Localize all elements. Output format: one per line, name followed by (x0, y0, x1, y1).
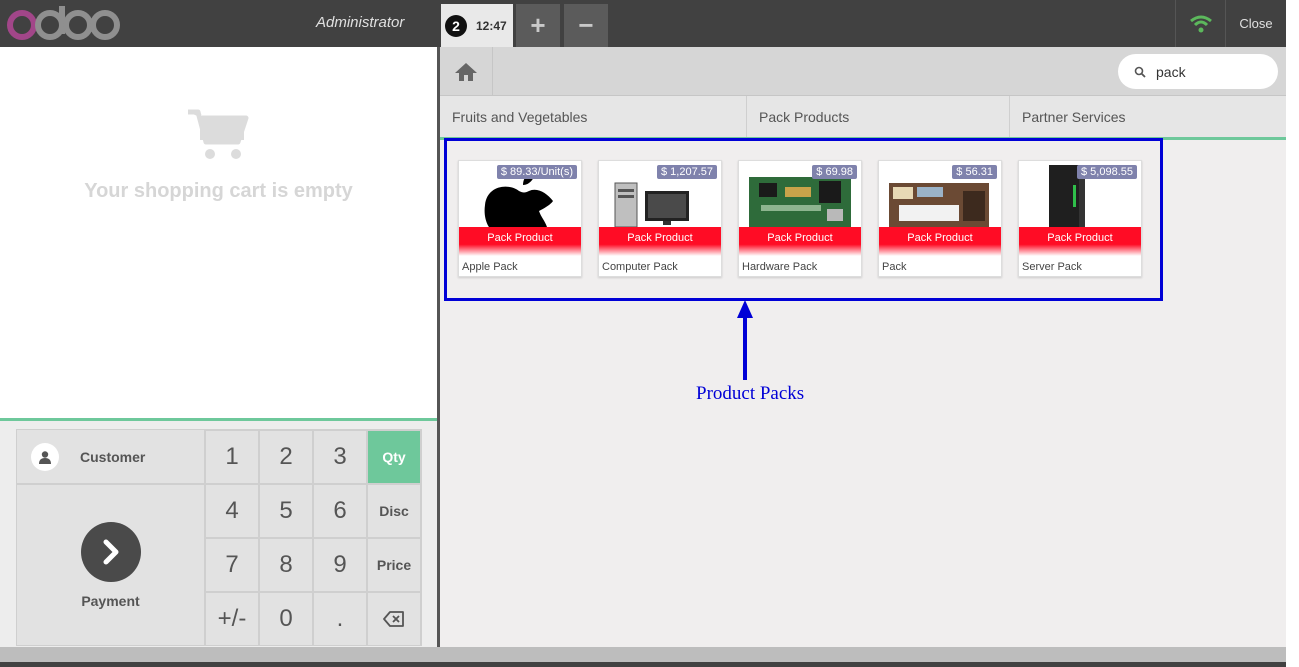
product-card[interactable]: $ 56.31 Pack Product Pack (878, 160, 1002, 277)
remove-order-button[interactable]: − (564, 4, 608, 47)
product-image: $ 69.98 (739, 161, 861, 227)
pack-product-ribbon: Pack Product (599, 227, 721, 256)
numpad-key-8[interactable]: 8 (259, 538, 313, 592)
pack-product-ribbon: Pack Product (739, 227, 861, 256)
numpad-key-dot[interactable]: . (313, 592, 367, 646)
close-button[interactable]: Close (1226, 0, 1286, 47)
product-image: $ 56.31 (879, 161, 1001, 227)
wifi-status[interactable] (1175, 0, 1226, 47)
product-name: Server Pack (1022, 261, 1082, 273)
pack-product-ribbon: Pack Product (879, 227, 1001, 256)
price-tag: $ 69.98 (812, 165, 857, 179)
price-tag: $ 5,098.55 (1077, 165, 1137, 179)
category-fruits-and-vegetables[interactable]: Fruits and Vegetables (440, 96, 747, 137)
category-partner-services[interactable]: Partner Services (1010, 96, 1286, 137)
user-name: Administrator (316, 14, 405, 31)
chevron-right-icon (81, 522, 141, 582)
numpad-key-2[interactable]: 2 (259, 430, 313, 484)
empty-cart-message: Your shopping cart is empty (84, 180, 353, 202)
product-name: Computer Pack (602, 261, 678, 273)
search-input[interactable] (1156, 63, 1266, 80)
bottom-edge (0, 662, 1299, 667)
product-card[interactable]: $ 89.33/Unit(s) Pack Product Apple Pack (458, 160, 582, 277)
category-bar: Fruits and Vegetables Pack Products Part… (440, 96, 1286, 140)
pack-product-ribbon: Pack Product (459, 227, 581, 256)
price-mode-button[interactable]: Price (367, 538, 421, 592)
add-order-button[interactable]: + (516, 4, 560, 47)
wifi-icon (1189, 15, 1212, 32)
numpad-key-0[interactable]: 0 (259, 592, 313, 646)
numpad-key-7[interactable]: 7 (205, 538, 259, 592)
backspace-button[interactable] (367, 592, 421, 646)
home-icon (455, 62, 477, 81)
odoo-logo (7, 6, 120, 40)
qty-mode-button[interactable]: Qty (367, 430, 421, 484)
price-tag: $ 1,207.57 (657, 165, 717, 179)
pack-product-ribbon: Pack Product (1019, 227, 1141, 256)
order-tab[interactable]: 2 12:47 (441, 4, 513, 47)
numpad-key-9[interactable]: 9 (313, 538, 367, 592)
product-name: Pack (882, 261, 907, 273)
search-box[interactable] (1118, 54, 1278, 89)
home-category-button[interactable] (440, 47, 493, 96)
numpad-key-3[interactable]: 3 (313, 430, 367, 484)
numpad-key-6[interactable]: 6 (313, 484, 367, 538)
shopping-cart-icon (188, 109, 249, 159)
bottom-scrollbar[interactable] (0, 647, 1286, 662)
order-number: 2 (445, 14, 467, 37)
category-pack-products[interactable]: Pack Products (747, 96, 1010, 137)
window-edge (1286, 0, 1299, 667)
product-image: $ 1,207.57 (599, 161, 721, 227)
top-bar (0, 0, 1299, 47)
product-image: $ 89.33/Unit(s) (459, 161, 581, 227)
customer-label: Customer (80, 448, 146, 465)
search-icon (1134, 66, 1146, 78)
payment-label: Payment (81, 593, 140, 609)
product-name: Hardware Pack (742, 261, 818, 273)
price-tag: $ 56.31 (952, 165, 997, 179)
price-tag: $ 89.33/Unit(s) (496, 165, 577, 179)
numpad-key-5[interactable]: 5 (259, 484, 313, 538)
disc-mode-button[interactable]: Disc (367, 484, 421, 538)
payment-button[interactable]: Payment (16, 484, 205, 646)
numpad-key-4[interactable]: 4 (205, 484, 259, 538)
product-card[interactable]: $ 1,207.57 Pack Product Computer Pack (598, 160, 722, 277)
backspace-icon (383, 611, 404, 627)
product-image: $ 5,098.55 (1019, 161, 1141, 227)
product-name: Apple Pack (462, 261, 518, 273)
annotation-label: Product Packs (696, 383, 805, 404)
product-card[interactable]: $ 5,098.55 Pack Product Server Pack (1018, 160, 1142, 277)
customer-button[interactable]: Customer (16, 429, 205, 484)
pos-screen: Administrator 2 12:47 + − Close Your sho… (0, 0, 1299, 667)
numpad-key-plus-minus[interactable]: +/- (205, 592, 259, 646)
user-icon (31, 442, 59, 471)
order-time: 12:47 (476, 18, 507, 33)
numpad-key-1[interactable]: 1 (205, 430, 259, 484)
product-card[interactable]: $ 69.98 Pack Product Hardware Pack (738, 160, 862, 277)
annotation-arrow-icon (737, 300, 753, 380)
